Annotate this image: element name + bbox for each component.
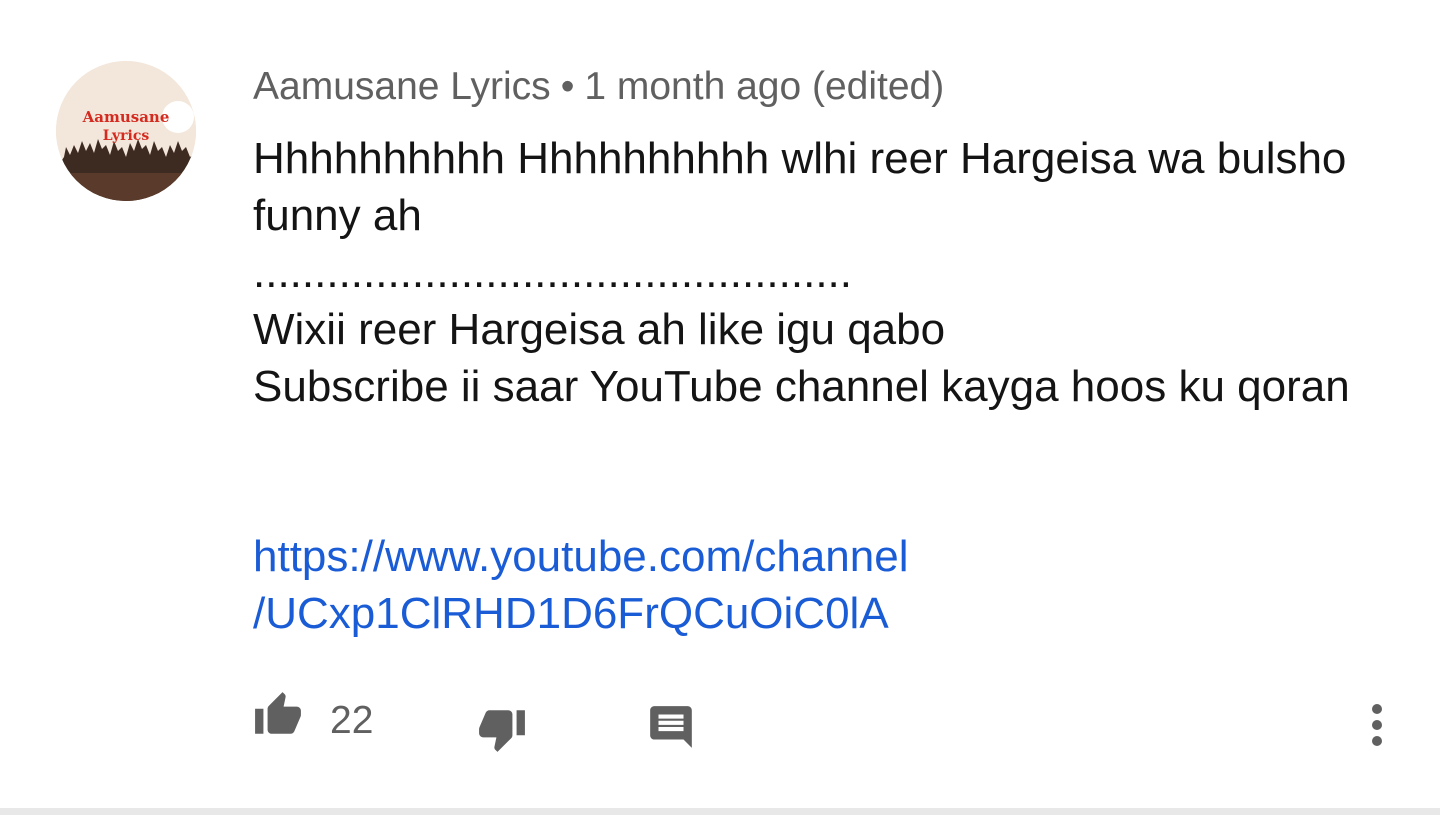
avatar-text-line1: Aamusane [82, 108, 170, 126]
more-vertical-icon [1372, 704, 1382, 746]
dislike-button[interactable] [474, 704, 534, 760]
thumb-down-icon [479, 710, 525, 752]
comment-divider [0, 808, 1440, 815]
channel-link-line2: /UCxp1ClRHD1D6FrQCuOiC0lA [253, 589, 889, 638]
channel-link[interactable]: https://www.youtube.com/channel /UCxp1Cl… [253, 528, 1373, 642]
author-name[interactable]: Aamusane Lyrics [253, 65, 551, 108]
comment-body: Hhhhhhhhhh Hhhhhhhhhh wlhi reer Hargeisa… [253, 134, 1350, 411]
like-count: 22 [330, 699, 374, 742]
more-options-button[interactable] [1360, 702, 1394, 750]
avatar[interactable]: Aamusane Lyrics [56, 61, 196, 201]
comment-icon [650, 706, 692, 748]
comment-meta: Aamusane Lyrics • 1 month ago (edited) [253, 64, 944, 110]
channel-link-line1: https://www.youtube.com/channel [253, 532, 909, 581]
comment-thread: Aamusane Lyrics Aamusane Lyrics • 1 month … [0, 0, 1440, 808]
thumb-up-icon [255, 692, 301, 734]
reply-button[interactable] [646, 702, 700, 756]
avatar-text-line2: Lyrics [102, 128, 150, 144]
like-button[interactable] [250, 690, 310, 746]
comment-action-bar: 22 [0, 690, 1440, 760]
comment-timestamp[interactable]: 1 month ago (edited) [584, 65, 944, 108]
meta-separator: • [560, 65, 575, 108]
